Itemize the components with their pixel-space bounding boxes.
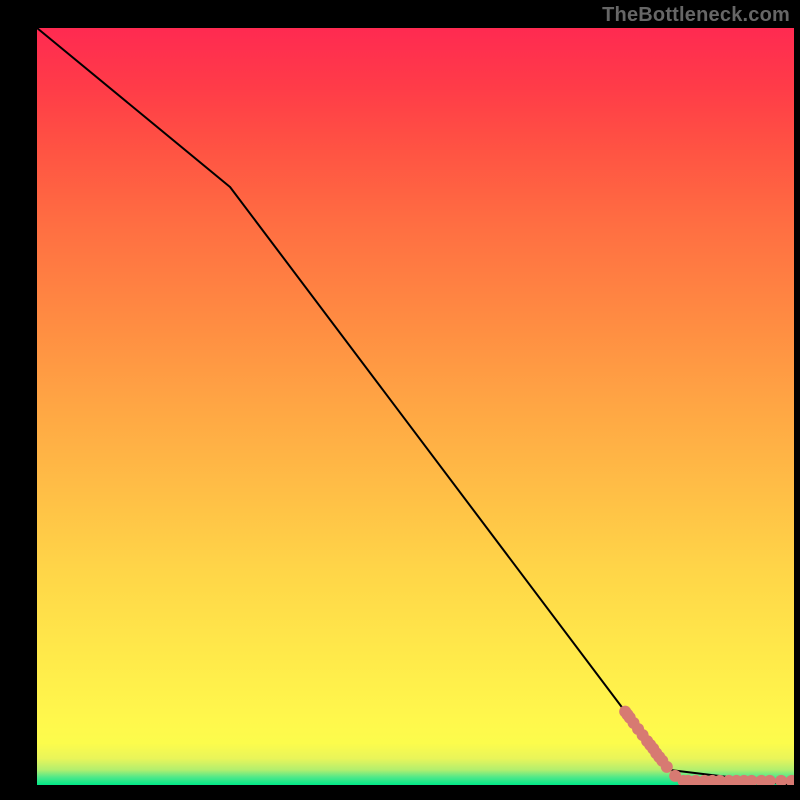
plot-area <box>37 28 794 785</box>
data-marker <box>775 775 787 785</box>
data-markers-group <box>619 706 794 785</box>
watermark-text: TheBottleneck.com <box>602 4 790 27</box>
bottleneck-curve <box>37 28 794 785</box>
data-marker <box>764 775 776 785</box>
plot-overlay-svg <box>37 28 794 785</box>
data-marker <box>786 775 794 785</box>
chart-frame: TheBottleneck.com <box>0 0 800 800</box>
data-marker <box>661 761 673 773</box>
